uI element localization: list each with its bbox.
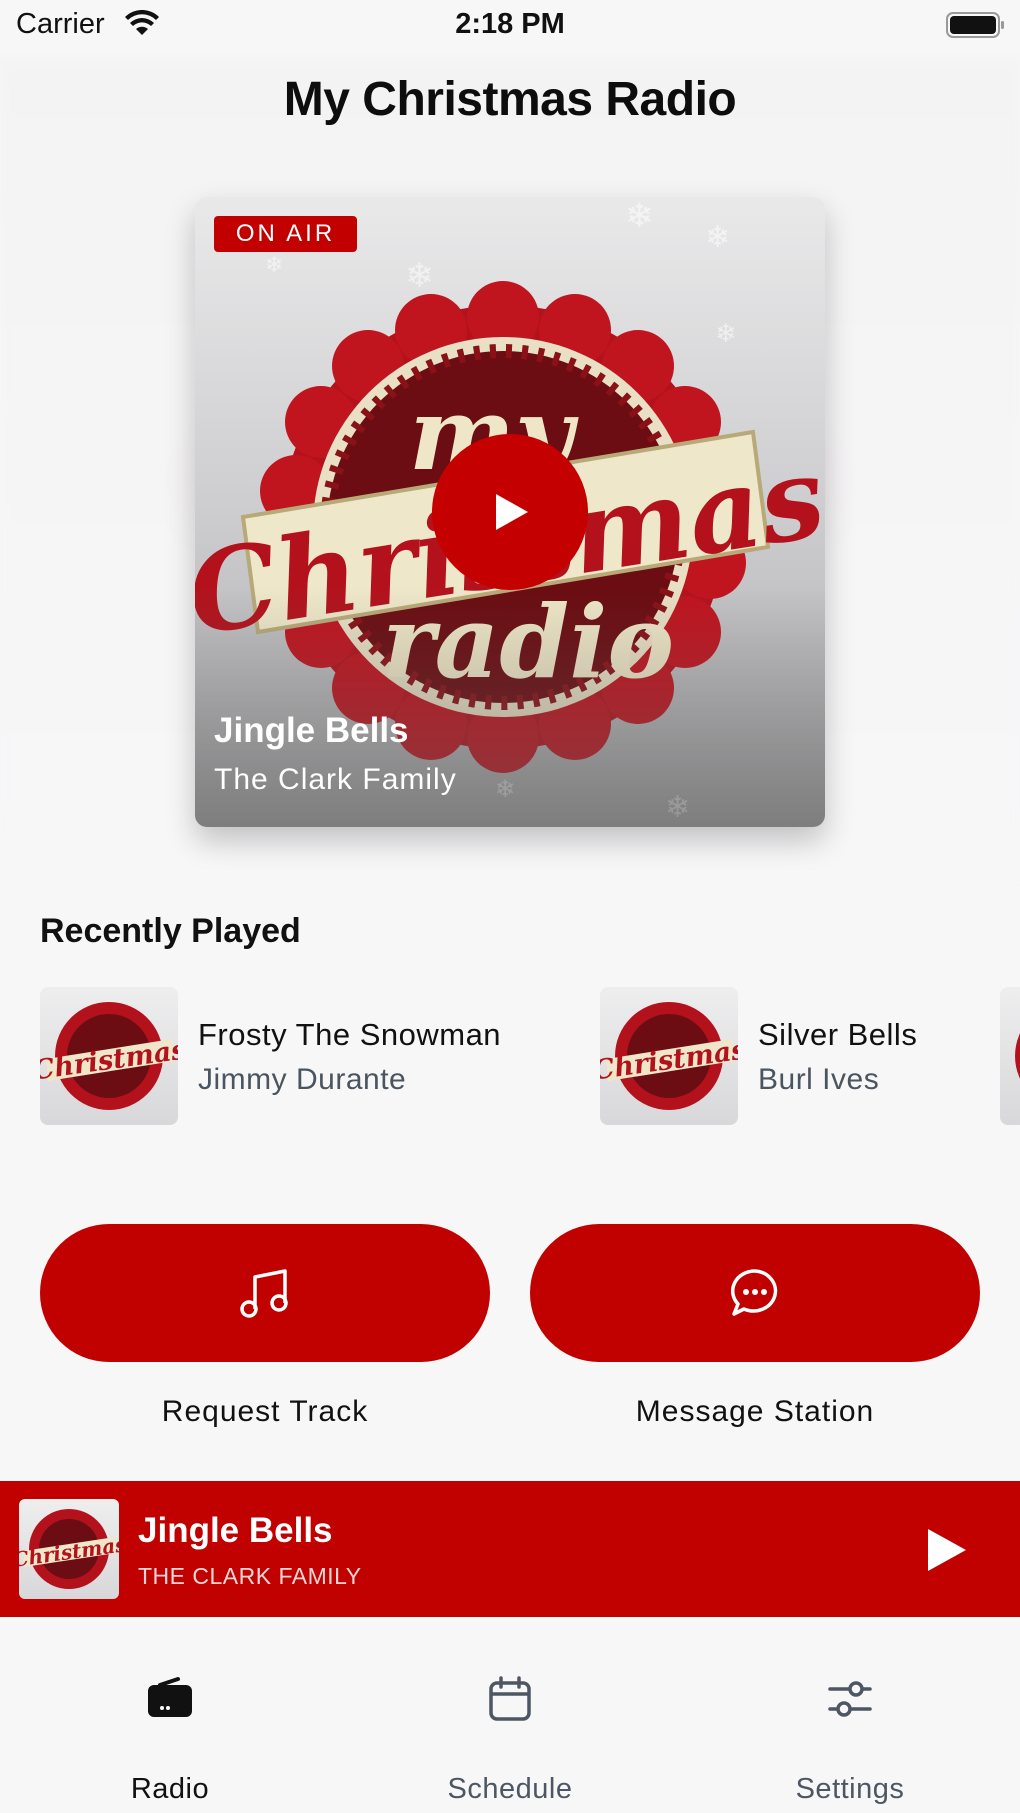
play-icon[interactable] [920,1525,970,1575]
battery-icon [946,12,1004,38]
recent-item-title: Silver Bells [758,1017,918,1052]
status-time: 2:18 PM [455,8,565,40]
music-note-icon [240,1269,288,1318]
message-station-button[interactable] [530,1224,980,1362]
svg-text:❄: ❄ [405,256,434,296]
tab-label: Schedule [447,1773,573,1805]
recently-played-heading: Recently Played [40,912,301,950]
on-air-badge: ON AIR [214,216,357,252]
station-logo-thumbnail: Christmas [19,1509,119,1589]
tab-settings[interactable]: Settings [680,1617,1020,1813]
request-track-label: Request Track [161,1395,369,1428]
mini-player[interactable]: Christmas Jingle Bells THE CLARK FAMILY [0,1481,1020,1617]
tab-radio[interactable]: Radio [0,1617,340,1813]
mini-player-title: Jingle Bells [138,1511,333,1550]
radio-icon [148,1677,192,1717]
now-playing-artwork[interactable]: ❄ ❄ ❄ ❄ ❄ ❄ ❄ my Christmas [195,197,825,827]
svg-text:❄: ❄ [265,253,283,278]
svg-text:❄: ❄ [625,197,654,236]
request-track-button[interactable] [40,1224,490,1362]
recent-item-partial[interactable] [1000,987,1020,1125]
tab-schedule[interactable]: Schedule [340,1617,680,1813]
chat-bubble-icon [730,1269,778,1316]
svg-text:❄: ❄ [715,319,737,349]
recent-item-artist: Jimmy Durante [198,1063,407,1096]
now-playing-title: Jingle Bells [214,711,409,750]
tab-label: Radio [130,1773,210,1805]
status-bar: Carrier 2:18 PM [0,0,1020,52]
station-logo-thumbnail: Christmas [600,1002,738,1110]
recent-item-artwork: Christmas [600,987,738,1125]
recent-item-artwork [1000,987,1020,1125]
mini-player-artwork: Christmas [19,1499,119,1599]
recent-item-artwork: Christmas [40,987,178,1125]
recent-item-title: Frosty The Snowman [198,1017,502,1052]
now-playing-artist: The Clark Family [214,763,457,796]
page-title: My Christmas Radio [283,73,737,126]
recent-item-artist: Burl Ives [758,1063,880,1096]
play-icon [496,494,528,530]
tab-label: Settings [795,1773,905,1805]
mini-player-artist: THE CLARK FAMILY [138,1563,362,1589]
tab-bar: Radio Schedule Settings [0,1617,1020,1813]
sliders-icon [828,1681,872,1717]
calendar-icon [489,1676,531,1721]
message-station-label: Message Station [635,1395,875,1428]
play-button[interactable] [432,434,588,590]
svg-text:❄: ❄ [705,220,730,255]
station-logo-thumbnail: Christmas [40,1002,178,1110]
